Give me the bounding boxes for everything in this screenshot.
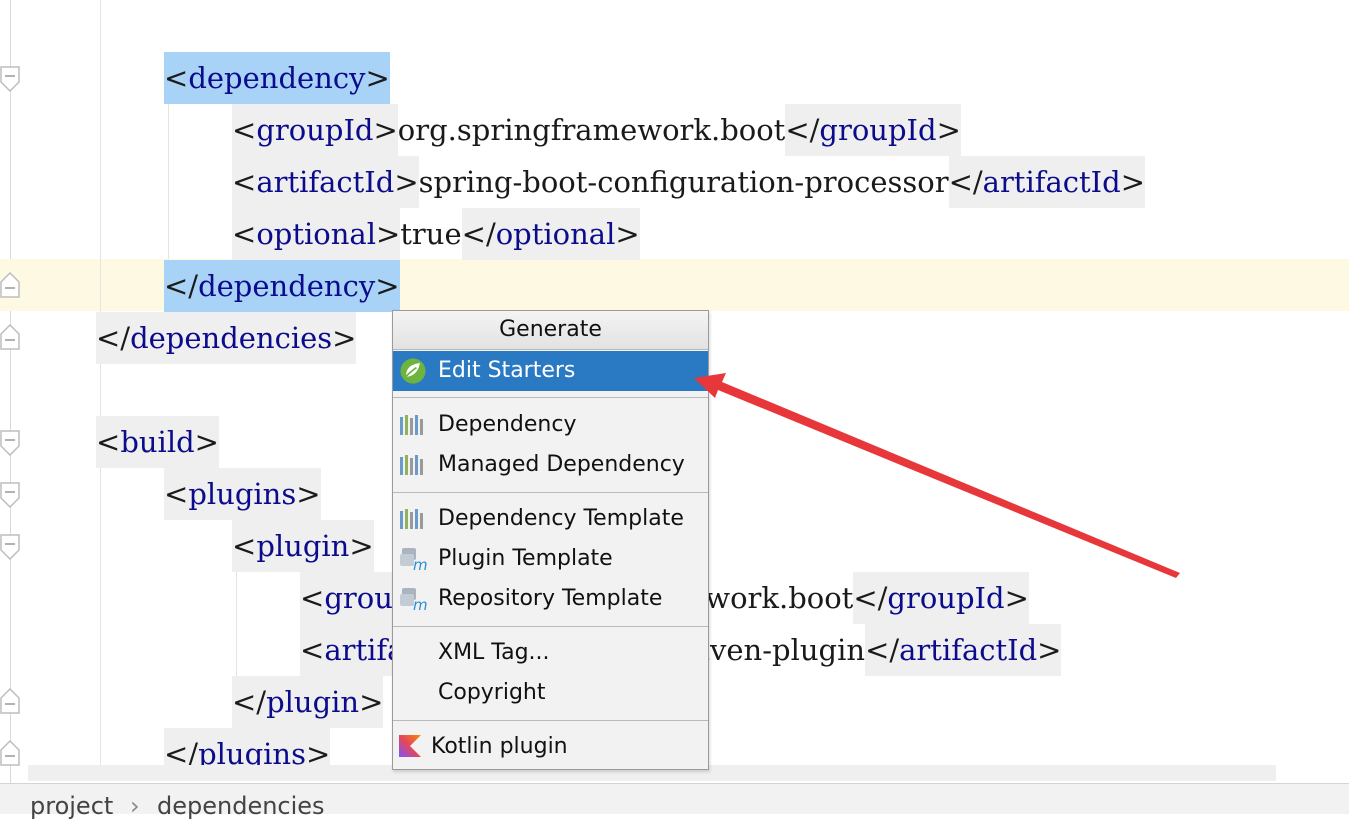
annotation-arrow xyxy=(694,373,1180,578)
